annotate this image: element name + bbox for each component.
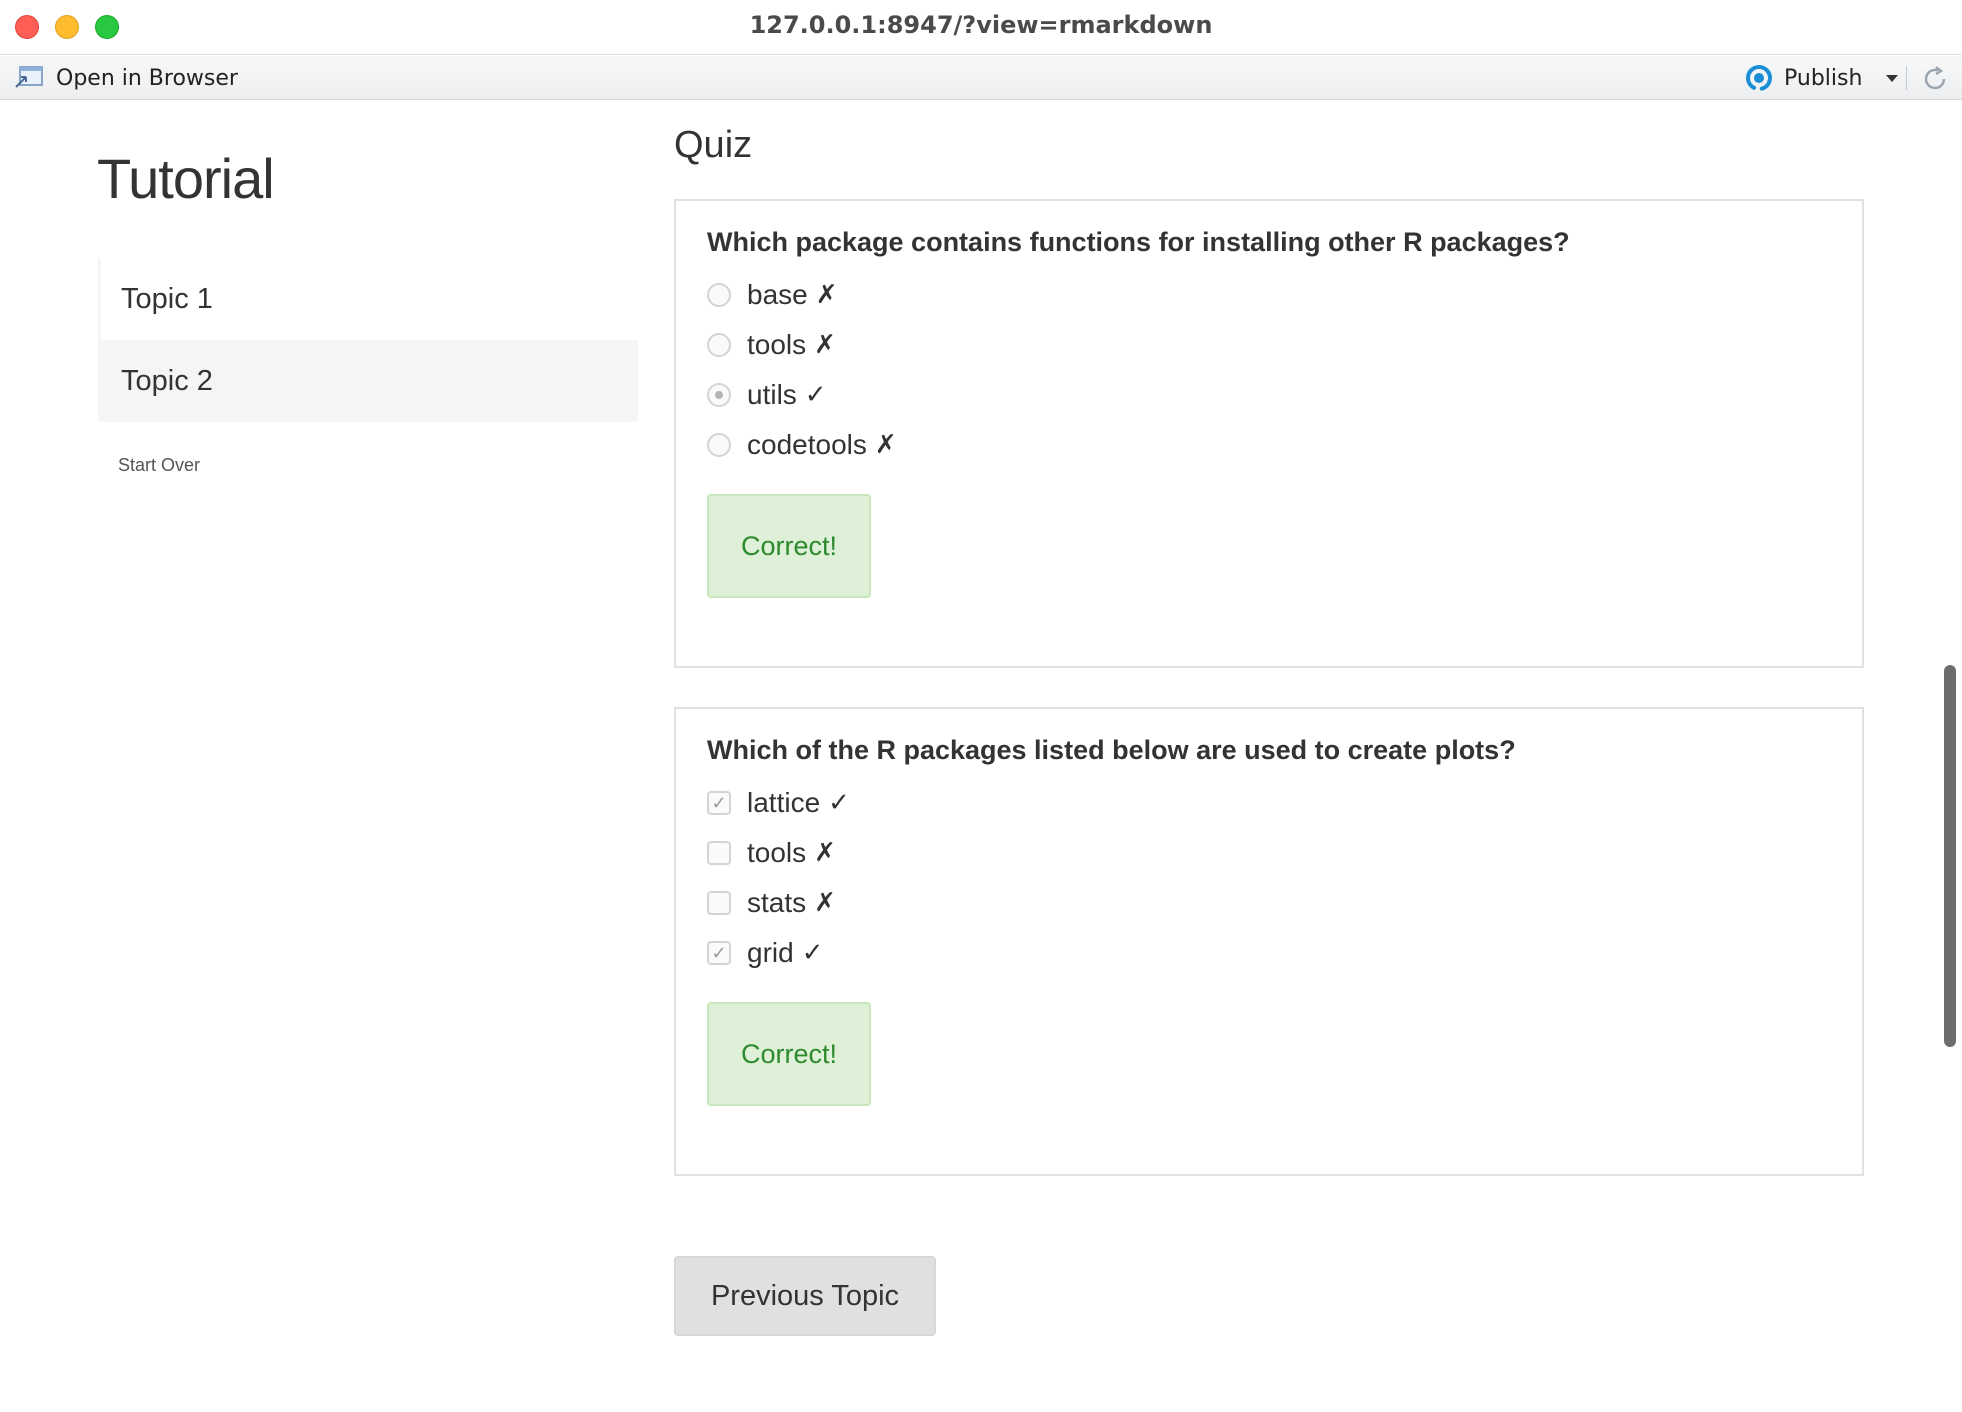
incorrect-mark-icon: ✗ xyxy=(814,330,836,360)
correct-mark-icon: ✓ xyxy=(801,938,824,968)
correct-mark-icon: ✓ xyxy=(828,788,850,818)
answer-label: lattice xyxy=(747,787,821,818)
start-over-link[interactable]: Start Over xyxy=(118,455,200,476)
answer-option[interactable]: codetools ✗ xyxy=(707,420,1832,470)
answer-label: codetools xyxy=(747,429,867,460)
feedback-correct: Correct! xyxy=(707,1002,871,1106)
quiz-card: Which package contains functions for ins… xyxy=(674,199,1864,668)
radio-button[interactable] xyxy=(707,283,731,307)
topic-item-1[interactable]: Topic 1 xyxy=(98,258,638,340)
answer-label: tools xyxy=(747,329,807,360)
checkbox-checked[interactable]: ✓ xyxy=(707,941,731,965)
answer-label: grid xyxy=(747,937,794,968)
checkbox-checked[interactable]: ✓ xyxy=(707,791,731,815)
browser-window-icon xyxy=(15,66,43,88)
quiz-question: Which of the R packages listed below are… xyxy=(707,735,1516,765)
incorrect-mark-icon: ✗ xyxy=(815,280,838,310)
viewer-toolbar: Open in Browser Publish xyxy=(0,56,1962,100)
window-titlebar: 127.0.0.1:8947/?view=rmarkdown xyxy=(0,0,1962,55)
toolbar-divider xyxy=(1906,66,1907,90)
window-title: 127.0.0.1:8947/?view=rmarkdown xyxy=(749,11,1213,39)
open-in-browser-label: Open in Browser xyxy=(56,65,238,91)
incorrect-mark-icon: ✗ xyxy=(814,838,836,868)
answer-option[interactable]: ✓ lattice ✓ xyxy=(707,778,1832,828)
incorrect-mark-icon: ✗ xyxy=(814,888,836,918)
correct-mark-icon: ✓ xyxy=(804,380,827,410)
feedback-correct: Correct! xyxy=(707,494,871,598)
radio-button[interactable] xyxy=(707,333,731,357)
answer-option[interactable]: base ✗ xyxy=(707,270,1832,320)
answer-option[interactable]: stats ✗ xyxy=(707,878,1832,928)
answer-label: stats xyxy=(747,887,807,918)
radio-button[interactable] xyxy=(707,433,731,457)
radio-button-selected[interactable] xyxy=(707,383,731,407)
answer-option[interactable]: ✓ grid ✓ xyxy=(707,928,1832,978)
vertical-scrollbar[interactable] xyxy=(1944,665,1956,1047)
refresh-icon[interactable] xyxy=(1920,64,1950,94)
checkbox[interactable] xyxy=(707,891,731,915)
answer-label: utils xyxy=(747,379,797,410)
quiz-card: Which of the R packages listed below are… xyxy=(674,707,1864,1176)
answer-label: tools xyxy=(747,837,807,868)
publish-label: Publish xyxy=(1784,65,1863,91)
previous-topic-button[interactable]: Previous Topic xyxy=(674,1256,936,1336)
topic-item-2[interactable]: Topic 2 xyxy=(98,340,638,422)
tutorial-title: Tutorial xyxy=(97,147,275,210)
answer-option[interactable]: utils ✓ xyxy=(707,370,1832,420)
publish-icon xyxy=(1746,65,1772,91)
quiz-question: Which package contains functions for ins… xyxy=(707,227,1570,257)
publish-button[interactable]: Publish xyxy=(1742,64,1899,92)
answer-option[interactable]: tools ✗ xyxy=(707,828,1832,878)
checkbox[interactable] xyxy=(707,841,731,865)
section-title: Quiz xyxy=(674,124,753,166)
answer-label: base xyxy=(747,279,808,310)
publish-dropdown-chevron-icon[interactable] xyxy=(1886,74,1899,82)
answer-option[interactable]: tools ✗ xyxy=(707,320,1832,370)
open-in-browser-button[interactable]: Open in Browser xyxy=(14,64,238,92)
topic-list: Topic 1 Topic 2 xyxy=(98,258,638,422)
incorrect-mark-icon: ✗ xyxy=(874,430,897,460)
